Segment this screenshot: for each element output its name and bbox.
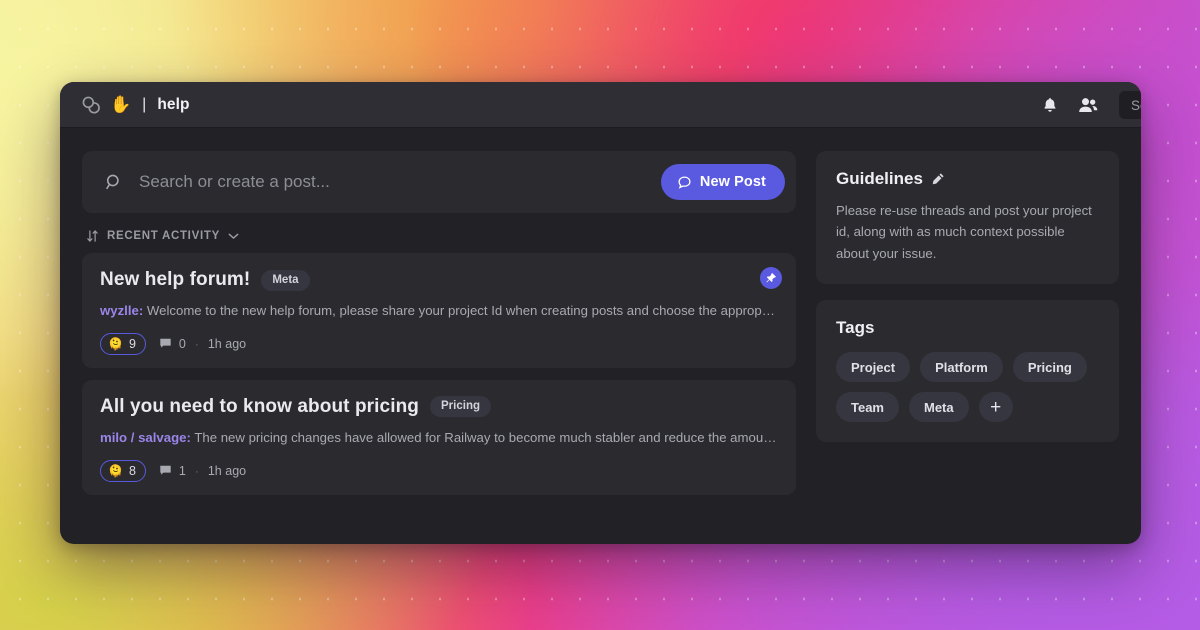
app-window: ✋ | help Sea (60, 82, 1141, 544)
post-author[interactable]: wyzlle: (100, 303, 143, 318)
post-excerpt: milo / salvage: The new pricing changes … (100, 429, 778, 447)
meta-separator: · (194, 336, 199, 351)
tag-chip[interactable]: Meta (909, 392, 969, 423)
reaction-count: 8 (128, 463, 136, 478)
post-excerpt-text: The new pricing changes have allowed for… (194, 429, 778, 445)
main-column: New Post RECENT ACTIVITY (82, 151, 796, 544)
comment-count: 1 (178, 463, 186, 478)
post-time: 1h ago (207, 336, 247, 351)
guidelines-header: Guidelines (836, 169, 1099, 189)
tags-list: Project Platform Pricing Team Meta + (836, 352, 1099, 423)
reaction-emoji: 🫠 (108, 336, 123, 351)
speech-bubble-icon (677, 175, 692, 190)
post-tag[interactable]: Pricing (430, 396, 491, 418)
pin-icon[interactable] (760, 267, 782, 289)
comment-group[interactable]: 1 (159, 464, 186, 478)
tags-panel: Tags Project Platform Pricing Team Meta … (816, 300, 1119, 443)
new-post-label: New Post (699, 174, 766, 190)
title-bar: ✋ | help Sea (60, 82, 1141, 128)
meta-separator: · (194, 463, 199, 478)
sort-arrows-icon (86, 229, 99, 243)
post-title: All you need to know about pricing (100, 395, 420, 417)
reaction-pill[interactable]: 🫠 9 (100, 332, 146, 355)
header-search-input[interactable]: Sea (1119, 91, 1141, 119)
new-post-button[interactable]: New Post (660, 164, 785, 200)
comment-icon (159, 464, 172, 477)
search-input[interactable] (124, 172, 661, 192)
tag-chip[interactable]: Pricing (1012, 352, 1087, 383)
add-tag-button[interactable]: + (978, 392, 1013, 423)
reaction-pill[interactable]: 🫠 8 (100, 459, 146, 482)
guidelines-panel: Guidelines Please re-use threads and pos… (816, 151, 1119, 285)
titlebar-divider: | (142, 95, 147, 113)
channel-name: help (157, 95, 190, 113)
comment-group[interactable]: 0 (159, 337, 186, 351)
post-header: All you need to know about pricing Prici… (100, 396, 778, 418)
tag-chip[interactable]: Platform (920, 352, 1003, 383)
channel-emoji: ✋ (110, 95, 132, 114)
app-body: New Post RECENT ACTIVITY (60, 128, 1141, 544)
post-meta: 🫠 8 1 · 1h ago (100, 459, 778, 482)
post-card[interactable]: All you need to know about pricing Prici… (82, 379, 796, 495)
comment-icon (159, 337, 172, 350)
sidebar: Guidelines Please re-use threads and pos… (816, 151, 1119, 544)
guidelines-title: Guidelines (836, 169, 923, 188)
post-excerpt: wyzlle: Welcome to the new help forum, p… (100, 302, 778, 320)
chat-bubbles-icon[interactable] (80, 94, 101, 115)
people-icon[interactable] (1077, 95, 1099, 115)
search-bar: New Post (82, 151, 796, 213)
bell-icon[interactable] (1041, 96, 1059, 114)
post-meta: 🫠 9 0 · 1h ago (100, 332, 778, 355)
reaction-emoji: 🫠 (108, 463, 123, 478)
chevron-down-icon (228, 232, 239, 240)
post-time: 1h ago (207, 463, 247, 478)
post-excerpt-text: Welcome to the new help forum, please sh… (146, 303, 778, 318)
comment-count: 0 (178, 336, 186, 351)
post-header: New help forum! Meta (100, 269, 778, 291)
sort-control[interactable]: RECENT ACTIVITY (82, 213, 239, 253)
post-title: New help forum! (100, 269, 251, 290)
title-bar-right: Sea (1041, 82, 1141, 128)
title-bar-left: ✋ | help (80, 94, 190, 115)
post-author[interactable]: milo / salvage: (100, 430, 191, 445)
tags-title: Tags (836, 318, 875, 338)
post-card[interactable]: New help forum! Meta wyzlle: Welcome to … (82, 253, 796, 368)
tag-chip[interactable]: Team (836, 392, 899, 423)
reaction-count: 9 (128, 336, 136, 351)
guidelines-body: Please re-use threads and post your proj… (836, 203, 1092, 261)
tag-chip[interactable]: Project (836, 352, 911, 383)
search-icon (104, 172, 124, 192)
post-tag[interactable]: Meta (261, 269, 310, 291)
sort-label: RECENT ACTIVITY (107, 230, 220, 242)
pencil-icon[interactable] (931, 172, 945, 186)
